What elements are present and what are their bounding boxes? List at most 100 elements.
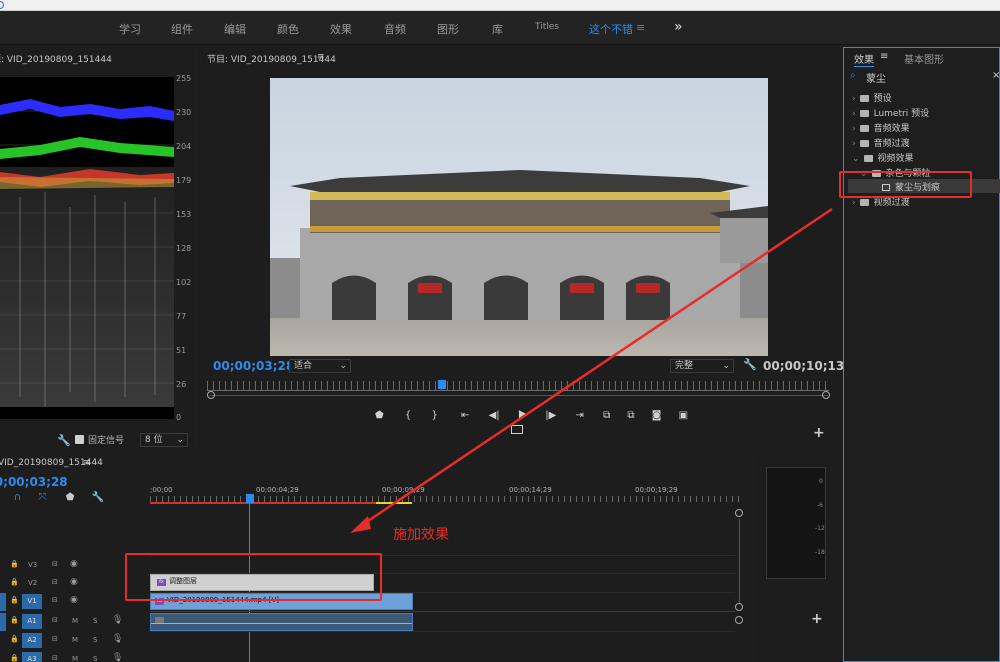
lock-icon[interactable]: 🔒 — [10, 578, 19, 586]
app-dot-icon — [0, 1, 4, 9]
solo-button[interactable]: S — [93, 655, 97, 662]
safe-margins-icon[interactable] — [511, 425, 523, 434]
playhead-timecode[interactable]: 00;00;03;28 — [213, 359, 294, 373]
effects-search-input[interactable]: 蒙尘 — [866, 70, 886, 85]
audio-scroll-handle[interactable] — [735, 616, 743, 624]
audio-clip[interactable] — [150, 613, 413, 631]
wrench-icon[interactable]: 🔧 — [57, 434, 71, 447]
workspace-effects[interactable]: 效果 — [330, 21, 352, 37]
wrench-icon[interactable]: 🔧 — [743, 358, 757, 371]
source-patch[interactable] — [0, 613, 6, 631]
step-forward-icon[interactable]: |▶ — [545, 410, 556, 421]
ruler-label: ;00;00 — [150, 486, 173, 494]
monitor-playhead[interactable] — [438, 380, 446, 389]
tree-item-audio-transitions[interactable]: › 音频过渡 — [852, 136, 910, 149]
lock-icon[interactable]: 🔒 — [10, 616, 19, 624]
snap-icon[interactable]: ∩ — [14, 492, 21, 503]
eye-icon[interactable]: ◉ — [70, 559, 78, 569]
lock-icon[interactable]: 🔒 — [10, 560, 19, 568]
microphone-icon[interactable]: 🎙 — [112, 653, 123, 662]
tree-item-audio-effects[interactable]: › 音频效果 — [852, 121, 910, 134]
workspace-audio[interactable]: 音频 — [384, 21, 406, 37]
sync-lock-icon[interactable]: ⊟ — [52, 616, 58, 624]
source-patch[interactable] — [0, 593, 6, 611]
track-target-v1[interactable]: V1 — [22, 594, 42, 609]
extract-icon[interactable]: ⧉ — [627, 410, 634, 421]
mute-button[interactable]: M — [72, 655, 78, 662]
microphone-icon[interactable]: 🎙 — [112, 634, 123, 644]
scroll-handle-right[interactable] — [822, 391, 830, 399]
workspace-menu-icon[interactable]: ≡ — [636, 21, 645, 34]
button-editor-icon[interactable]: + — [813, 425, 825, 441]
more-workspaces-icon[interactable]: » — [674, 19, 683, 35]
mute-button[interactable]: M — [72, 636, 78, 644]
playback-resolution-select[interactable]: 完整 ⌄ — [670, 359, 734, 373]
workspace-titles[interactable]: Titles — [535, 22, 559, 32]
add-marker-icon[interactable]: ⬟ — [66, 492, 75, 503]
add-meter-icon[interactable]: + — [811, 611, 823, 627]
monitor-time-ruler[interactable] — [207, 381, 829, 391]
lift-icon[interactable]: ⧉ — [603, 410, 610, 421]
tree-item-lumetri-presets[interactable]: › Lumetri 预设 — [852, 106, 929, 119]
timeline-timecode[interactable]: ;0;00;03;28 — [0, 475, 68, 489]
work-area-bar-end[interactable] — [376, 502, 412, 504]
comparison-view-icon[interactable]: ▣ — [679, 410, 688, 421]
sync-lock-icon[interactable]: ⊟ — [52, 654, 58, 662]
monitor-scrollbar[interactable] — [210, 395, 828, 396]
bit-depth-select[interactable]: 8 位 ⌄ — [140, 433, 188, 447]
track-scroll-handle[interactable] — [735, 509, 743, 517]
track-scrollbar[interactable] — [739, 519, 740, 603]
go-to-in-icon[interactable]: ⇤ — [461, 410, 469, 421]
scroll-handle-left[interactable] — [207, 391, 215, 399]
workspace-graphics[interactable]: 图形 — [437, 21, 459, 37]
mute-button[interactable]: M — [72, 617, 78, 625]
sync-lock-icon[interactable]: ⊟ — [52, 635, 58, 643]
track-target-a1[interactable]: A1 — [22, 614, 42, 629]
step-back-icon[interactable]: ◀| — [489, 410, 500, 421]
mark-in-icon[interactable]: { — [405, 410, 411, 421]
sequence-menu-icon[interactable]: ≡ — [83, 458, 91, 468]
add-marker-icon[interactable]: ⬟ — [375, 410, 384, 421]
tree-item-label: 音频过渡 — [873, 139, 910, 149]
play-icon[interactable]: ▶ — [519, 407, 528, 421]
timeline-settings-icon[interactable]: 🔧 — [92, 492, 104, 503]
timeline-playhead-handle[interactable] — [246, 494, 254, 503]
eye-icon[interactable]: ◉ — [70, 577, 78, 587]
program-menu-icon[interactable]: ≡ — [317, 52, 325, 62]
solo-button[interactable]: S — [93, 636, 97, 644]
go-to-out-icon[interactable]: ⇥ — [576, 410, 584, 421]
clear-search-icon[interactable]: × — [992, 70, 1000, 81]
tree-item-video-effects[interactable]: ⌄ 视频效果 — [852, 151, 914, 164]
track-target-a2[interactable]: A2 — [22, 633, 42, 648]
time-ruler[interactable]: ;00;00 00;00;04;29 00;00;09;29 00;00;14;… — [150, 483, 740, 505]
zoom-fit-select[interactable]: 适合 ⌄ — [289, 359, 351, 373]
solo-button[interactable]: S — [93, 617, 97, 625]
microphone-icon[interactable]: 🎙 — [112, 615, 123, 625]
tab-effects[interactable]: 效果 — [854, 51, 874, 67]
track-scroll-handle[interactable] — [735, 603, 743, 611]
sync-lock-icon[interactable]: ⊟ — [52, 560, 58, 568]
workspace-custom[interactable]: 这个不错 — [589, 21, 633, 37]
workspace-editing[interactable]: 编辑 — [224, 21, 246, 37]
sync-lock-icon[interactable]: ⊟ — [52, 578, 58, 586]
fixed-signal-checkbox[interactable] — [75, 435, 84, 444]
mark-out-icon[interactable]: } — [431, 410, 437, 421]
sync-lock-icon[interactable]: ⊟ — [52, 596, 58, 604]
lock-icon[interactable]: 🔒 — [10, 654, 19, 662]
work-area-bar[interactable] — [150, 502, 376, 504]
export-frame-icon[interactable]: ◙ — [652, 410, 662, 421]
workspace-learn[interactable]: 学习 — [119, 21, 141, 37]
workspace-libraries[interactable]: 库 — [492, 21, 503, 37]
effects-menu-icon[interactable]: ≡ — [880, 51, 888, 62]
tree-item-presets[interactable]: › 预设 — [852, 91, 892, 104]
linked-selection-icon[interactable]: ⤧ — [39, 492, 47, 503]
lock-icon[interactable]: 🔒 — [10, 635, 19, 643]
lock-icon[interactable]: 🔒 — [10, 596, 19, 604]
annotation-label: 施加效果 — [393, 527, 449, 543]
track-target-a3[interactable]: A3 — [22, 652, 42, 662]
tab-essential-graphics[interactable]: 基本图形 — [904, 51, 944, 66]
workspace-color[interactable]: 颜色 — [277, 21, 299, 37]
folder-icon — [859, 199, 869, 206]
workspace-assembly[interactable]: 组件 — [171, 21, 193, 37]
eye-icon[interactable]: ◉ — [70, 595, 78, 605]
